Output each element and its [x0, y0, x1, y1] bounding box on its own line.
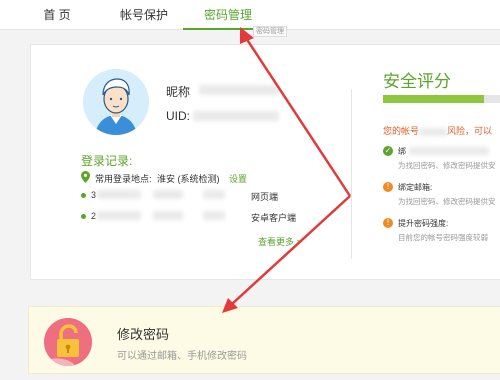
lock-badge	[44, 318, 92, 366]
record-ip-redacted	[97, 190, 141, 199]
tab-account-protection[interactable]: 帐号保护	[120, 6, 168, 30]
vertical-divider	[351, 89, 352, 259]
security-score-fill	[383, 95, 485, 103]
warning-redacted	[419, 127, 448, 136]
security-score-title: 安全评分	[383, 72, 451, 91]
account-summary-card: 昵称 UID: 登录记录: 常用登录地点: 淮安 (系统检测) 设置 3 网页端…	[30, 44, 500, 280]
check-icon: ✓	[383, 146, 393, 156]
security-warning-head: 您的帐号	[383, 126, 420, 136]
view-more-link[interactable]: 查看更多 >	[258, 235, 302, 248]
tab-home[interactable]: 首 页	[30, 6, 84, 30]
record-bullet	[81, 193, 86, 198]
uid-label: UID:	[166, 109, 190, 123]
record-device: 安卓客户端	[251, 213, 297, 223]
top-nav: 首 页 帐号保护 密码管理	[0, 0, 500, 30]
warning-icon: !	[383, 218, 393, 228]
record-time-redacted	[153, 190, 183, 199]
login-records-title: 登录记录:	[81, 154, 133, 168]
security-item-desc: 为找回密码、修改密码提供安	[398, 197, 496, 206]
common-location-row: 常用登录地点: 淮安 (系统检测) 设置	[81, 171, 301, 185]
uid-value-redacted	[193, 111, 279, 121]
common-location-value: 淮安 (系统检测)	[157, 174, 220, 184]
avatar-illustration	[83, 69, 149, 135]
nickname-value-redacted	[199, 85, 279, 95]
location-pin-icon	[81, 171, 90, 183]
location-settings-link[interactable]: 设置	[229, 172, 247, 185]
change-password-desc: 可以通过邮箱、手机修改密码	[117, 351, 247, 362]
record-time-redacted	[203, 211, 225, 220]
record-bullet	[81, 214, 86, 219]
security-item-title[interactable]: 提升密码强度:	[398, 218, 448, 229]
avatar[interactable]	[83, 69, 149, 135]
nickname-label: 昵称	[166, 85, 191, 99]
warning-icon: !	[383, 182, 393, 192]
security-item-redacted	[409, 147, 489, 155]
change-password-title[interactable]: 修改密码	[117, 324, 169, 343]
record-ip: 3	[91, 190, 97, 200]
change-password-card[interactable]: 修改密码 可以通过邮箱、手机修改密码	[28, 306, 500, 374]
page: 首 页 帐号保护 密码管理 密码管理 昵称 UID: 登录记录: 常用登录地点:…	[0, 0, 500, 380]
tab-tooltip: 密码管理	[253, 26, 287, 37]
security-warning-text: 您的帐号 风险，可以	[383, 124, 492, 137]
common-location-label: 常用登录地点:	[95, 174, 152, 184]
security-item-desc: 为找回密码、修改密码提供安	[398, 161, 496, 170]
record-time-redacted	[203, 190, 225, 199]
security-item-desc: 目前您的帐号密码强度较弱	[398, 233, 488, 242]
lock-icon	[44, 318, 92, 366]
record-time-redacted	[153, 211, 183, 220]
security-score-bar	[383, 95, 500, 103]
record-ip-redacted	[97, 211, 141, 220]
security-item-title[interactable]: 绑定邮箱:	[398, 182, 432, 193]
record-device: 网页端	[251, 192, 279, 202]
security-item-title: 绑	[398, 147, 406, 156]
security-warning-tail: 风险，可以	[447, 126, 493, 136]
record-ip: 2	[91, 211, 97, 221]
